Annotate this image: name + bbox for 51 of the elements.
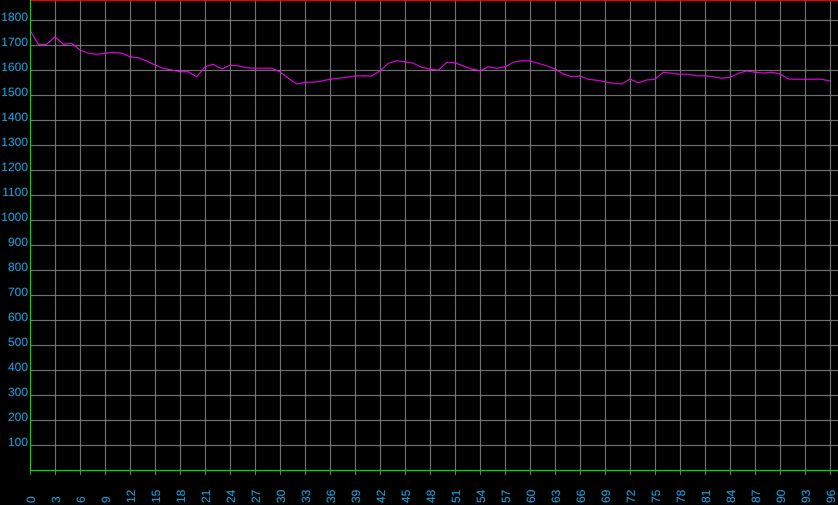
x-tick-label: 54 <box>474 490 488 503</box>
x-tick-label: 78 <box>674 490 688 503</box>
y-tick-label: 1300 <box>1 135 28 149</box>
x-tick-label: 42 <box>374 490 388 503</box>
y-tick-label: 1400 <box>1 110 28 124</box>
y-tick-label: 1000 <box>1 210 28 224</box>
x-tick-label: 72 <box>624 490 638 503</box>
y-tick-label: 900 <box>8 235 28 249</box>
x-tick-label: 27 <box>249 490 263 503</box>
x-tick-label: 63 <box>549 490 563 503</box>
x-tick-label: 33 <box>299 490 313 503</box>
x-tick-label: 12 <box>124 490 138 503</box>
x-tick-label: 21 <box>199 490 213 503</box>
y-tick-label: 100 <box>8 435 28 449</box>
x-tick-label: 69 <box>599 490 613 503</box>
x-tick-label: 90 <box>774 490 788 503</box>
x-tick-label: 51 <box>449 490 463 503</box>
x-tick-label: 87 <box>749 490 763 503</box>
x-tick-label: 60 <box>524 490 538 503</box>
x-tick-label: 45 <box>399 490 413 503</box>
y-tick-label: 800 <box>8 260 28 274</box>
x-tick-label: 81 <box>699 490 713 503</box>
y-tick-label: 600 <box>8 310 28 324</box>
x-tick-label: 6 <box>74 496 88 503</box>
x-tick-label: 30 <box>274 490 288 503</box>
y-tick-label: 1800 <box>1 10 28 24</box>
y-tick-label: 1700 <box>1 35 28 49</box>
x-tick-label: 0 <box>24 496 38 503</box>
x-tick-label: 75 <box>649 490 663 503</box>
y-tick-label: 1200 <box>1 160 28 174</box>
x-tick-label: 9 <box>99 496 113 503</box>
x-tick-label: 48 <box>424 490 438 503</box>
y-tick-label: 1600 <box>1 60 28 74</box>
x-tick-label: 84 <box>724 490 738 503</box>
x-tick-label: 15 <box>149 490 163 503</box>
x-tick-label: 36 <box>324 490 338 503</box>
y-tick-label: 300 <box>8 385 28 399</box>
x-tick-label: 24 <box>224 490 238 503</box>
x-tick-label: 93 <box>799 490 813 503</box>
y-tick-label: 400 <box>8 360 28 374</box>
x-tick-label: 18 <box>174 490 188 503</box>
y-tick-label: 1500 <box>1 85 28 99</box>
y-tick-label: 500 <box>8 335 28 349</box>
x-tick-label: 96 <box>824 490 838 503</box>
y-tick-label: 200 <box>8 410 28 424</box>
x-tick-label: 57 <box>499 490 513 503</box>
y-tick-label: 1100 <box>2 185 28 199</box>
x-tick-label: 3 <box>49 496 63 503</box>
x-tick-label: 39 <box>349 490 363 503</box>
y-tick-label: 700 <box>8 285 28 299</box>
x-tick-label: 66 <box>574 490 588 503</box>
